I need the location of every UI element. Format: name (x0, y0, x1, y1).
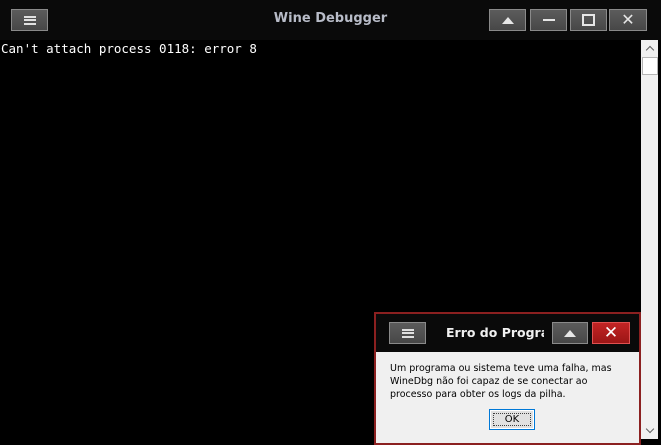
close-icon: ✕ (621, 10, 635, 29)
chevron-down-icon (645, 424, 654, 434)
error-dialog: Erro do Programa ✕ Um programa ou sistem… (374, 312, 641, 445)
dialog-titlebar[interactable]: Erro do Programa ✕ (376, 314, 639, 352)
scroll-thumb[interactable] (642, 57, 658, 75)
dialog-menu-button[interactable] (389, 322, 426, 344)
minimize-button[interactable] (530, 9, 567, 31)
dialog-body: Um programa ou sistema teve uma falha, m… (376, 352, 639, 443)
dialog-title: Erro do Programa (446, 325, 544, 340)
triangle-up-icon (501, 16, 514, 24)
ok-button[interactable]: OK (489, 409, 535, 430)
scroll-down-button[interactable] (641, 422, 658, 439)
hamburger-icon (401, 328, 414, 338)
maximize-icon (582, 14, 595, 26)
close-button[interactable]: ✕ (609, 9, 647, 31)
dialog-rollup-button[interactable] (552, 322, 588, 344)
rollup-button[interactable] (489, 9, 526, 31)
main-titlebar[interactable]: Wine Debugger ✕ (0, 0, 661, 40)
vertical-scrollbar[interactable] (641, 40, 658, 439)
window-menu-button[interactable] (11, 9, 48, 31)
console-line: Can't attach process 0118: error 8 (1, 41, 257, 56)
maximize-button[interactable] (570, 9, 607, 31)
chevron-up-icon (645, 45, 654, 55)
close-icon: ✕ (603, 322, 619, 343)
focus-rectangle (493, 413, 531, 426)
dialog-message: Um programa ou sistema teve uma falha, m… (390, 363, 612, 400)
dialog-close-button[interactable]: ✕ (592, 322, 630, 344)
triangle-up-icon (564, 329, 576, 337)
scroll-up-button[interactable] (641, 40, 658, 57)
minimize-icon (542, 19, 555, 21)
hamburger-icon (23, 15, 36, 25)
